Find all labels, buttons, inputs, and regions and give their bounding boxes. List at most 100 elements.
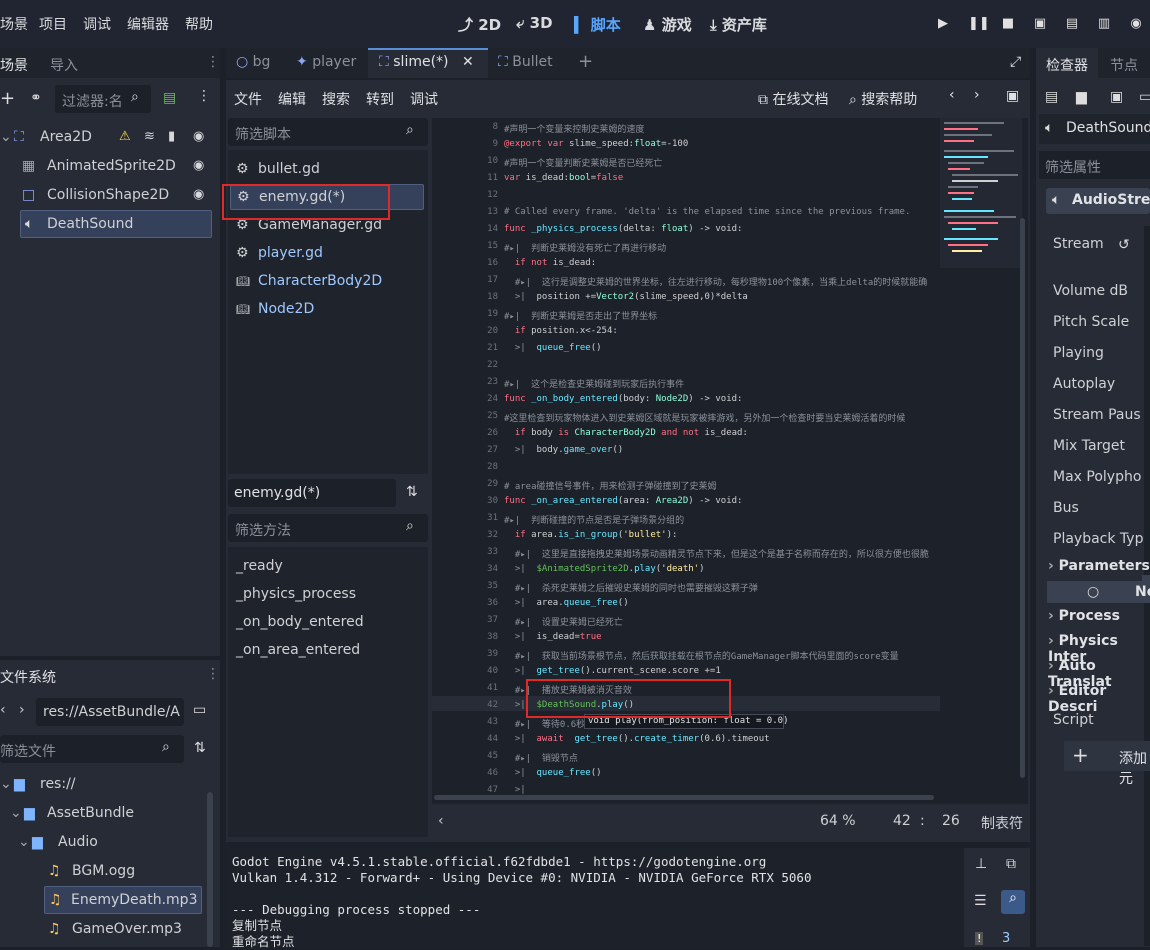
play-custom-icon[interactable]: ▥ bbox=[1096, 16, 1112, 32]
forward-icon[interactable]: › bbox=[19, 702, 25, 718]
file-filter-input[interactable]: 筛选文件 ⌕ bbox=[0, 735, 184, 763]
script-item-characterbody2d[interactable]: 📖︎ CharacterBody2D bbox=[236, 268, 382, 294]
code-line[interactable]: if area.is_in_group('bullet'): bbox=[504, 530, 678, 540]
menu-script-debug[interactable]: 调试 bbox=[410, 89, 438, 109]
prop-bus[interactable]: Bus bbox=[1053, 500, 1079, 516]
tree-node-deathsound[interactable]: 🔈︎ DeathSound bbox=[20, 210, 212, 238]
code-line[interactable]: #声明一个变量判断史莱姆是否已经死亡 bbox=[504, 156, 662, 169]
prop-playback-type[interactable]: Playback Typ bbox=[1053, 531, 1143, 547]
add-node-icon[interactable]: + bbox=[0, 88, 15, 109]
script-item-bullet[interactable]: ⚙ bullet.gd bbox=[236, 156, 320, 182]
mode-2d-button[interactable]: ⤴ 2D bbox=[458, 14, 501, 35]
code-line[interactable]: >| queue_free() bbox=[504, 768, 602, 778]
mode-3d-button[interactable]: ⤶ 3D bbox=[516, 14, 553, 32]
code-line[interactable]: # Called every frame. 'delta' is the ela… bbox=[504, 207, 910, 217]
menu-edit[interactable]: 编辑 bbox=[278, 89, 306, 109]
play-scene-icon[interactable]: ▤ bbox=[1064, 16, 1080, 32]
tab-import[interactable]: 导入 bbox=[50, 55, 78, 75]
script-filter-input[interactable]: 筛选脚本 ⌕ bbox=[228, 118, 428, 146]
add-tab-icon[interactable]: + bbox=[578, 51, 593, 72]
prop-stream-paused[interactable]: Stream Paus bbox=[1053, 407, 1141, 423]
script-item-player[interactable]: ⚙ player.gd bbox=[236, 240, 323, 266]
toggle-panel-icon[interactable]: ▣ bbox=[1006, 88, 1019, 104]
prop-max-polyphony[interactable]: Max Polypho bbox=[1053, 469, 1141, 485]
menu-search[interactable]: 搜索 bbox=[322, 89, 350, 109]
code-line[interactable]: #▸| 这个是检查史莱姆碰到玩家后执行事件 bbox=[504, 377, 684, 390]
menu-editor[interactable]: 编辑器 bbox=[127, 14, 169, 34]
visibility-eye-icon[interactable]: ◉ bbox=[193, 187, 204, 202]
code-line[interactable]: if body is CharacterBody2D and not is_de… bbox=[504, 428, 748, 438]
script-attached-icon[interactable]: ▮ bbox=[168, 129, 175, 144]
tree-node-collisionshape2d[interactable]: □ CollisionShape2D bbox=[22, 182, 169, 208]
menu-debug[interactable]: 调试 bbox=[83, 14, 111, 34]
mode-script-button[interactable]: ▍ 脚本 bbox=[574, 14, 621, 35]
code-line[interactable]: @export var slime_speed:float=-100 bbox=[504, 139, 688, 149]
code-line[interactable]: # area碰撞信号事件，用来检测子弹碰撞到了史莱姆 bbox=[504, 479, 717, 492]
search-icon[interactable]: ⌕ bbox=[1001, 890, 1025, 914]
code-line[interactable]: #▸| 等待0.6秒 bbox=[504, 717, 585, 730]
copy-output-icon[interactable]: ⧉ bbox=[1006, 856, 1016, 872]
visibility-eye-icon[interactable]: ◉ bbox=[193, 129, 204, 144]
dock-menu-icon[interactable]: ⋮ bbox=[206, 54, 220, 70]
code-line[interactable]: #这里检查到玩家物体进入到史莱姆区域就是玩家被摔游戏，另外加一个检查时要当史莱姆… bbox=[504, 411, 905, 424]
open-folder-icon[interactable]: ▆ bbox=[1076, 89, 1087, 105]
attach-script-icon[interactable]: ▤ bbox=[163, 90, 176, 106]
code-line[interactable]: func _on_body_entered(body: Node2D) -> v… bbox=[504, 394, 742, 404]
code-line[interactable]: #▸| 判断史莱姆没有死亡了再进行移动 bbox=[504, 241, 666, 254]
method-item[interactable]: _physics_process bbox=[236, 581, 356, 607]
menu-help[interactable]: 帮助 bbox=[185, 14, 213, 34]
section-parameters[interactable]: › Parameters bbox=[1048, 558, 1150, 582]
tab-scene[interactable]: 场景 bbox=[0, 55, 28, 75]
remote-debug-icon[interactable]: ▣ bbox=[1032, 16, 1048, 32]
fs-item-enemydeath[interactable]: ♫ EnemyDeath.mp3 bbox=[44, 886, 202, 914]
code-line[interactable]: >| area.queue_free() bbox=[504, 598, 629, 608]
next-script-icon[interactable]: › bbox=[974, 87, 980, 103]
online-docs-link[interactable]: ⧉ 在线文档 bbox=[758, 89, 828, 109]
code-line[interactable]: >| bbox=[504, 785, 526, 795]
fs-item-res[interactable]: ⌄ ▆ res:// bbox=[0, 771, 76, 797]
code-line[interactable]: #▸| 销毁节点 bbox=[504, 751, 578, 764]
code-line[interactable]: >| position +=Vector2(slime_speed,0)*del… bbox=[504, 292, 748, 302]
tab-inspector[interactable]: 检查器 bbox=[1046, 55, 1088, 75]
play-icon[interactable]: ▶ bbox=[935, 16, 951, 32]
code-line[interactable]: #▸| 杀死史莱姆之后摧毁史莱姆的同时也需要摧毁这颗子弹 bbox=[504, 581, 758, 594]
code-line[interactable]: func _physics_process(delta: float) -> v… bbox=[504, 224, 742, 234]
code-line[interactable]: >| $AnimatedSprite2D.play('death') bbox=[504, 564, 705, 574]
mode-game-button[interactable]: ♟ 游戏 bbox=[643, 14, 692, 35]
sort-icon[interactable]: ⇅ bbox=[406, 484, 418, 500]
prop-volume-db[interactable]: Volume dB bbox=[1053, 283, 1128, 299]
fs-item-audio[interactable]: ⌄ ▆ Audio bbox=[18, 829, 98, 855]
back-icon[interactable]: ‹ bbox=[0, 702, 6, 718]
fs-item-assetbundle[interactable]: ⌄ ▆ AssetBundle bbox=[10, 800, 134, 826]
code-line[interactable]: #▸| 获取当前场景根节点，然后获取挂载在根节点的GameManager脚本代码… bbox=[504, 649, 899, 662]
prop-stream[interactable]: Stream bbox=[1053, 236, 1104, 252]
mode-assetlib-button[interactable]: ⤓ 资产库 bbox=[710, 14, 767, 35]
prop-pitch-scale[interactable]: Pitch Scale bbox=[1053, 314, 1129, 330]
prop-mix-target[interactable]: Mix Target bbox=[1053, 438, 1125, 454]
tab-bullet[interactable]: ⛶ Bullet bbox=[498, 54, 553, 70]
code-line[interactable]: >| queue_free() bbox=[504, 343, 602, 353]
more-icon[interactable]: ⋮ bbox=[197, 88, 211, 104]
code-line[interactable]: >| is_dead=true bbox=[504, 632, 602, 642]
search-help-link[interactable]: ⌕ 搜索帮助 bbox=[849, 89, 917, 109]
layout-toggle-icon[interactable]: ▭ bbox=[193, 702, 206, 718]
minimap[interactable] bbox=[940, 118, 1022, 268]
code-line[interactable]: >| body.game_over() bbox=[504, 445, 623, 455]
dock-menu-icon[interactable]: ⋮ bbox=[206, 666, 220, 682]
prop-autoplay[interactable]: Autoplay bbox=[1053, 376, 1115, 392]
fullscreen-icon[interactable]: ⤢ bbox=[1010, 54, 1021, 70]
code-line[interactable]: #▸| 这行是调整史莱姆的世界坐标，往左进行移动，每秒理物100个像素，当乘上d… bbox=[504, 275, 927, 288]
zoom-level[interactable]: 64 % bbox=[820, 813, 856, 829]
property-filter-input[interactable]: 筛选属性 bbox=[1039, 151, 1150, 179]
code-line[interactable]: var is_dead:bool=false bbox=[504, 173, 623, 183]
code-line[interactable]: func _on_area_entered(area: Area2D) -> v… bbox=[504, 496, 742, 506]
section-node[interactable]: ○ No bbox=[1047, 581, 1150, 603]
code-line[interactable]: #▸| 这里是直接拖拽史莱姆场景动画精灵节点下来，但是这个是基于名称而存在的，所… bbox=[504, 547, 929, 560]
tab-bg[interactable]: ○ bg bbox=[236, 54, 270, 70]
method-item[interactable]: _on_body_entered bbox=[236, 609, 364, 635]
movie-icon[interactable]: ◉ bbox=[1128, 16, 1144, 32]
code-line[interactable]: #声明一个变量来控制史莱姆的速度 bbox=[504, 122, 644, 135]
indent-mode[interactable]: 制表符 bbox=[981, 813, 1023, 833]
code-line[interactable]: #▸| 设置史莱姆已经死亡 bbox=[504, 615, 623, 628]
menu-goto[interactable]: 转到 bbox=[366, 89, 394, 109]
